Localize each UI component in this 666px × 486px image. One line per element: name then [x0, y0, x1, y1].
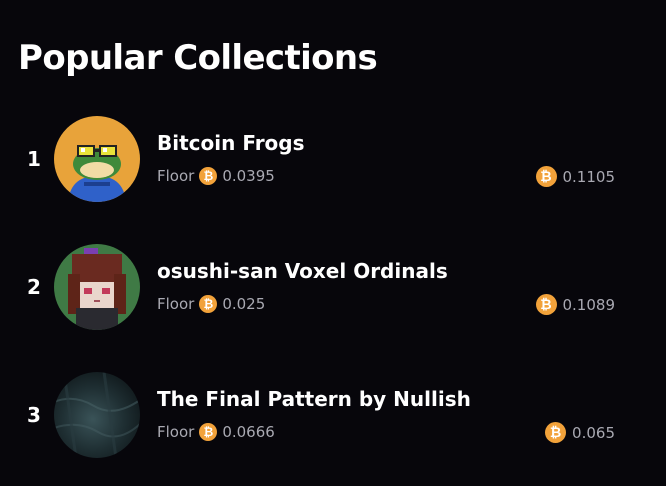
- floor-price: Floor ₿ 0.0666: [157, 422, 275, 442]
- rank-number: 1: [27, 147, 41, 171]
- collection-name[interactable]: The Final Pattern by Nullish: [157, 386, 471, 412]
- floor-label: Floor: [157, 167, 195, 185]
- voxel-girl-avatar-icon[interactable]: [54, 244, 140, 330]
- floor-label: Floor: [157, 295, 195, 313]
- bitcoin-icon: ₿: [199, 167, 218, 185]
- volume-value: 0.065: [572, 423, 615, 442]
- volume: ₿ 0.1089: [535, 294, 616, 315]
- frog-avatar-icon[interactable]: [54, 116, 140, 202]
- rank-number: 3: [27, 403, 41, 427]
- floor-price: Floor ₿ 0.0395: [157, 166, 275, 186]
- floor-value: 0.0666: [222, 423, 275, 441]
- floor-label: Floor: [157, 423, 195, 441]
- volume: ₿ 0.1105: [535, 166, 616, 187]
- bitcoin-icon: ₿: [535, 166, 557, 187]
- floor-value: 0.025: [222, 295, 266, 313]
- bitcoin-icon: ₿: [199, 423, 218, 441]
- dark-pattern-avatar-icon[interactable]: [54, 372, 140, 458]
- collection-row[interactable]: 2 osushi-san Voxel Ordinals Floor ₿ 0.02…: [0, 244, 666, 334]
- bitcoin-icon: ₿: [535, 294, 557, 315]
- floor-value: 0.0395: [222, 167, 275, 185]
- bitcoin-icon: ₿: [545, 422, 567, 443]
- rank-number: 2: [27, 275, 41, 299]
- page-title: Popular Collections: [18, 38, 378, 78]
- collection-name[interactable]: osushi-san Voxel Ordinals: [157, 258, 448, 284]
- bitcoin-icon: ₿: [199, 295, 218, 313]
- floor-price: Floor ₿ 0.025: [157, 294, 265, 314]
- volume-value: 0.1105: [562, 167, 616, 186]
- volume-value: 0.1089: [562, 295, 616, 314]
- collection-name[interactable]: Bitcoin Frogs: [157, 130, 305, 156]
- collection-row[interactable]: 1 Bitcoin Frogs Floor ₿ 0.0395 ₿ 0.1105: [0, 116, 666, 206]
- volume: ₿ 0.065: [545, 422, 615, 443]
- collection-row[interactable]: 3 The Final Pattern by Nullish Floor ₿ 0…: [0, 372, 666, 462]
